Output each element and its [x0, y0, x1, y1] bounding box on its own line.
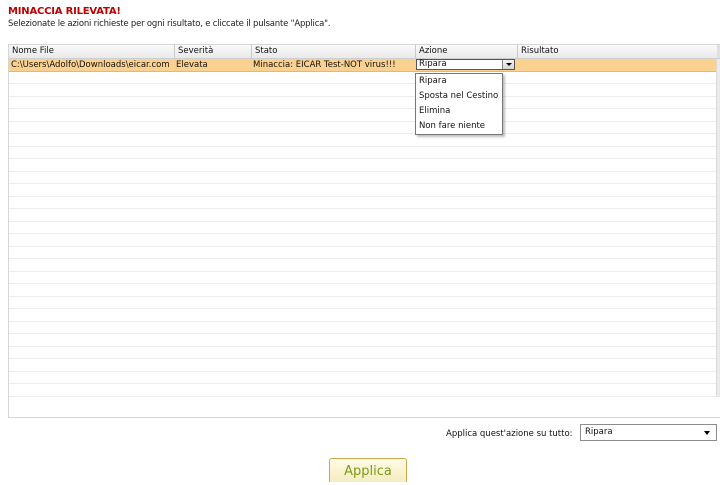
column-header-severity[interactable]: Severità: [174, 45, 251, 58]
table-row-empty: [9, 322, 720, 334]
results-table: Nome File Severità Stato Azione Risultat…: [8, 44, 720, 418]
page-subtitle: Selezionate le azioni richieste per ogni…: [8, 19, 331, 29]
table-row-empty: [9, 209, 720, 222]
table-row-empty: [9, 134, 720, 147]
table-row-empty: [9, 247, 720, 259]
table-row-empty: [9, 184, 720, 197]
apply-all-select-value: Ripara: [585, 427, 613, 437]
table-row-empty: [9, 172, 720, 184]
column-header-action[interactable]: Azione: [415, 45, 517, 58]
table-row-empty: [9, 109, 720, 122]
table-row-empty: [9, 84, 720, 97]
action-select-value: Ripara: [419, 59, 447, 69]
action-dropdown-list: Ripara Sposta nel Cestino Elimina Non fa…: [415, 73, 503, 135]
table-row-empty: [9, 234, 720, 247]
table-row-empty: [9, 147, 720, 159]
table-row[interactable]: C:\Users\Adolfo\Downloads\eicar.com Elev…: [9, 59, 720, 72]
dropdown-option-do-nothing[interactable]: Non fare niente: [416, 119, 502, 134]
chevron-down-icon: [704, 431, 710, 435]
page-title: MINACCIA RILEVATA!: [8, 6, 121, 17]
table-row-empty: [9, 159, 720, 172]
apply-all-select[interactable]: Ripara: [580, 424, 717, 441]
apply-button[interactable]: Applica: [329, 458, 407, 482]
dropdown-option-move-to-trash[interactable]: Sposta nel Cestino: [416, 89, 502, 104]
column-header-result[interactable]: Risultato: [517, 45, 717, 58]
table-row-empty: [9, 259, 720, 272]
cell-severity: Elevata: [176, 60, 208, 70]
table-row-empty: [9, 122, 720, 134]
table-scrollbar[interactable]: [716, 59, 720, 397]
table-row-empty: [9, 372, 720, 384]
column-header-status[interactable]: Stato: [251, 45, 415, 58]
cell-result: [517, 59, 717, 71]
table-row-empty: [9, 309, 720, 322]
apply-all-label: Applica quest'azione su tutto:: [446, 429, 573, 439]
table-row-empty: [9, 222, 720, 234]
table-header: Nome File Severità Stato Azione Risultat…: [9, 45, 720, 59]
table-row-empty: [9, 297, 720, 309]
table-row-empty: [9, 359, 720, 372]
chevron-down-icon: [506, 63, 512, 66]
dropdown-option-repair[interactable]: Ripara: [416, 74, 502, 89]
cell-status: Minaccia: EICAR Test-NOT virus!!!: [253, 60, 396, 70]
table-row-empty: [9, 384, 720, 397]
table-row-empty: [9, 97, 720, 109]
cell-file: C:\Users\Adolfo\Downloads\eicar.com: [11, 60, 170, 70]
action-select[interactable]: Ripara: [416, 59, 515, 70]
table-row-empty: [9, 347, 720, 359]
table-row-empty: [9, 72, 720, 84]
table-row-empty: [9, 272, 720, 284]
table-row-empty: [9, 284, 720, 297]
table-row-empty: [9, 197, 720, 209]
table-row-empty: [9, 334, 720, 347]
table-body: C:\Users\Adolfo\Downloads\eicar.com Elev…: [9, 59, 720, 397]
dropdown-option-delete[interactable]: Elimina: [416, 104, 502, 119]
action-select-dropdown-button[interactable]: [502, 60, 514, 69]
column-header-file[interactable]: Nome File: [9, 45, 174, 58]
